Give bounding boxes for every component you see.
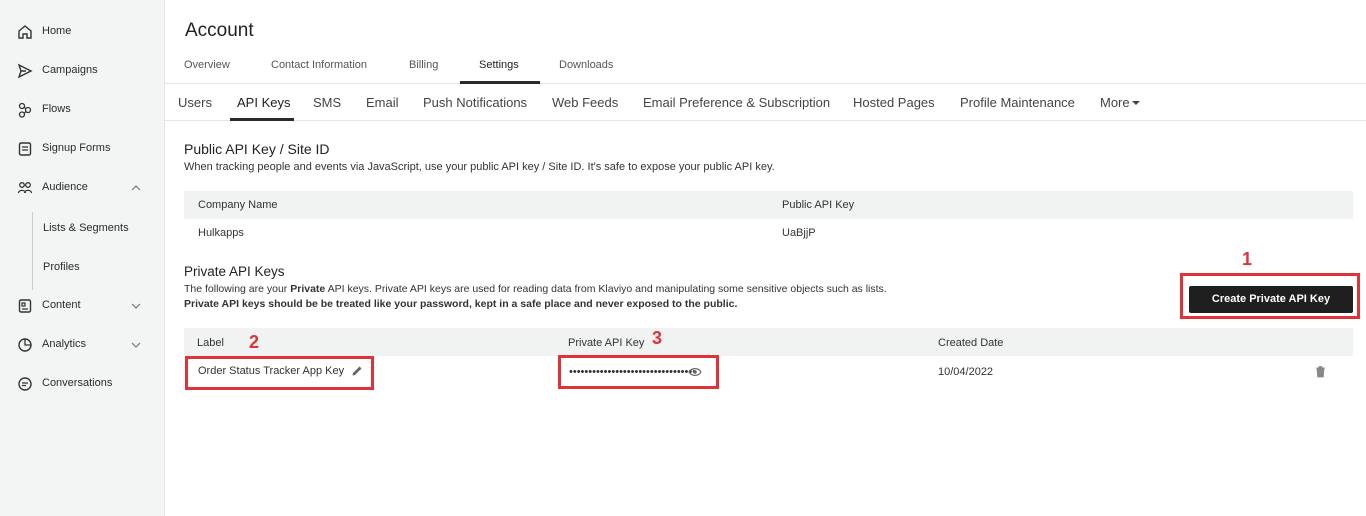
desc-bold: Private: [290, 283, 326, 295]
nav-content[interactable]: Content: [0, 293, 165, 319]
nav-flows[interactable]: Flows: [0, 97, 165, 123]
chevron-up-icon: [131, 185, 141, 191]
col-label: Label: [197, 337, 224, 349]
caret-down-icon: [1132, 101, 1140, 105]
tab-contact-information[interactable]: Contact Information: [271, 59, 367, 71]
flows-icon: [18, 102, 32, 118]
chat-icon: [18, 377, 32, 391]
analytics-icon: [18, 338, 32, 352]
desc-text: The following are your: [184, 283, 291, 295]
created-date-value: 10/04/2022: [938, 366, 994, 378]
tab-hosted-pages[interactable]: Hosted Pages: [853, 95, 935, 110]
tab-downloads[interactable]: Downloads: [559, 59, 613, 71]
sidebar: Home Campaigns Flows Signup Forms Audien…: [0, 0, 165, 516]
chevron-down-icon: [131, 342, 141, 348]
public-api-title: Public API Key / Site ID: [184, 141, 330, 157]
annotation-number-2: 2: [249, 332, 260, 352]
tab-api-keys[interactable]: API Keys: [237, 95, 290, 110]
send-icon: [17, 63, 33, 79]
highlight-box-label: [185, 356, 374, 390]
nav-content-label: Content: [42, 299, 81, 311]
tab-sms[interactable]: SMS: [313, 95, 341, 110]
highlight-box-private-key: [558, 355, 719, 389]
audience-icon: [17, 182, 33, 194]
nav-campaigns-label: Campaigns: [42, 64, 98, 76]
col-company-name: Company Name: [198, 199, 278, 211]
col-public-api-key: Public API Key: [782, 199, 855, 211]
nav-analytics[interactable]: Analytics: [0, 332, 165, 358]
nav-lists-segments[interactable]: Lists & Segments: [43, 222, 129, 234]
annotation-number-1: 1: [1242, 249, 1253, 269]
content-icon: [18, 299, 32, 313]
home-icon: [18, 25, 32, 39]
submenu-line: [32, 212, 33, 290]
nav-conversations-label: Conversations: [42, 377, 113, 389]
private-api-description: The following are your Private API keys.…: [184, 283, 887, 295]
col-created-date: Created Date: [938, 337, 1004, 349]
tab-users[interactable]: Users: [178, 95, 212, 110]
nav-campaigns[interactable]: Campaigns: [0, 58, 165, 84]
form-icon: [18, 142, 32, 156]
private-api-table-header: Label Private API Key Created Date: [184, 328, 1353, 356]
tab-profile-maintenance[interactable]: Profile Maintenance: [960, 95, 1075, 110]
chevron-down-icon: [131, 303, 141, 309]
tab-more[interactable]: More: [1100, 95, 1130, 110]
public-api-description: When tracking people and events via Java…: [184, 161, 775, 173]
private-api-title: Private API Keys: [184, 264, 285, 279]
private-api-warning: Private API keys should be be treated li…: [184, 298, 738, 310]
page-title: Account: [185, 20, 254, 41]
annotation-number-3: 3: [652, 328, 663, 348]
col-private-api-key: Private API Key: [568, 337, 645, 349]
public-api-key-value[interactable]: UaBjjP: [782, 227, 816, 239]
nav-signup-forms-label: Signup Forms: [42, 142, 111, 154]
company-name-value: Hulkapps: [198, 227, 244, 239]
tab-email[interactable]: Email: [366, 95, 399, 110]
account-tabs: Overview Contact Information Billing Set…: [165, 48, 1366, 84]
nav-home[interactable]: Home: [0, 19, 165, 45]
tab-push-notifications[interactable]: Push Notifications: [423, 95, 527, 110]
tab-email-preference[interactable]: Email Preference & Subscription: [643, 95, 830, 110]
tab-billing[interactable]: Billing: [409, 59, 438, 71]
settings-tabs: Users API Keys SMS Email Push Notificati…: [165, 84, 1366, 121]
nav-analytics-label: Analytics: [42, 338, 87, 350]
tab-overview[interactable]: Overview: [184, 59, 230, 71]
public-api-table-header: Company Name Public API Key: [184, 191, 1353, 219]
nav-audience-label: Audience: [42, 181, 88, 193]
nav-flows-label: Flows: [42, 103, 71, 115]
tab-settings[interactable]: Settings: [479, 59, 519, 71]
nav-conversations[interactable]: Conversations: [0, 371, 165, 397]
nav-profiles[interactable]: Profiles: [43, 261, 80, 273]
highlight-box-create-button: [1180, 273, 1360, 319]
nav-signup-forms[interactable]: Signup Forms: [0, 136, 165, 162]
nav-audience[interactable]: Audience: [0, 175, 165, 201]
trash-icon[interactable]: [1315, 365, 1326, 378]
desc-text: API keys. Private API keys are used for …: [325, 283, 887, 295]
nav-home-label: Home: [42, 25, 72, 37]
active-subtab-indicator: [230, 118, 294, 121]
tab-web-feeds[interactable]: Web Feeds: [552, 95, 618, 110]
